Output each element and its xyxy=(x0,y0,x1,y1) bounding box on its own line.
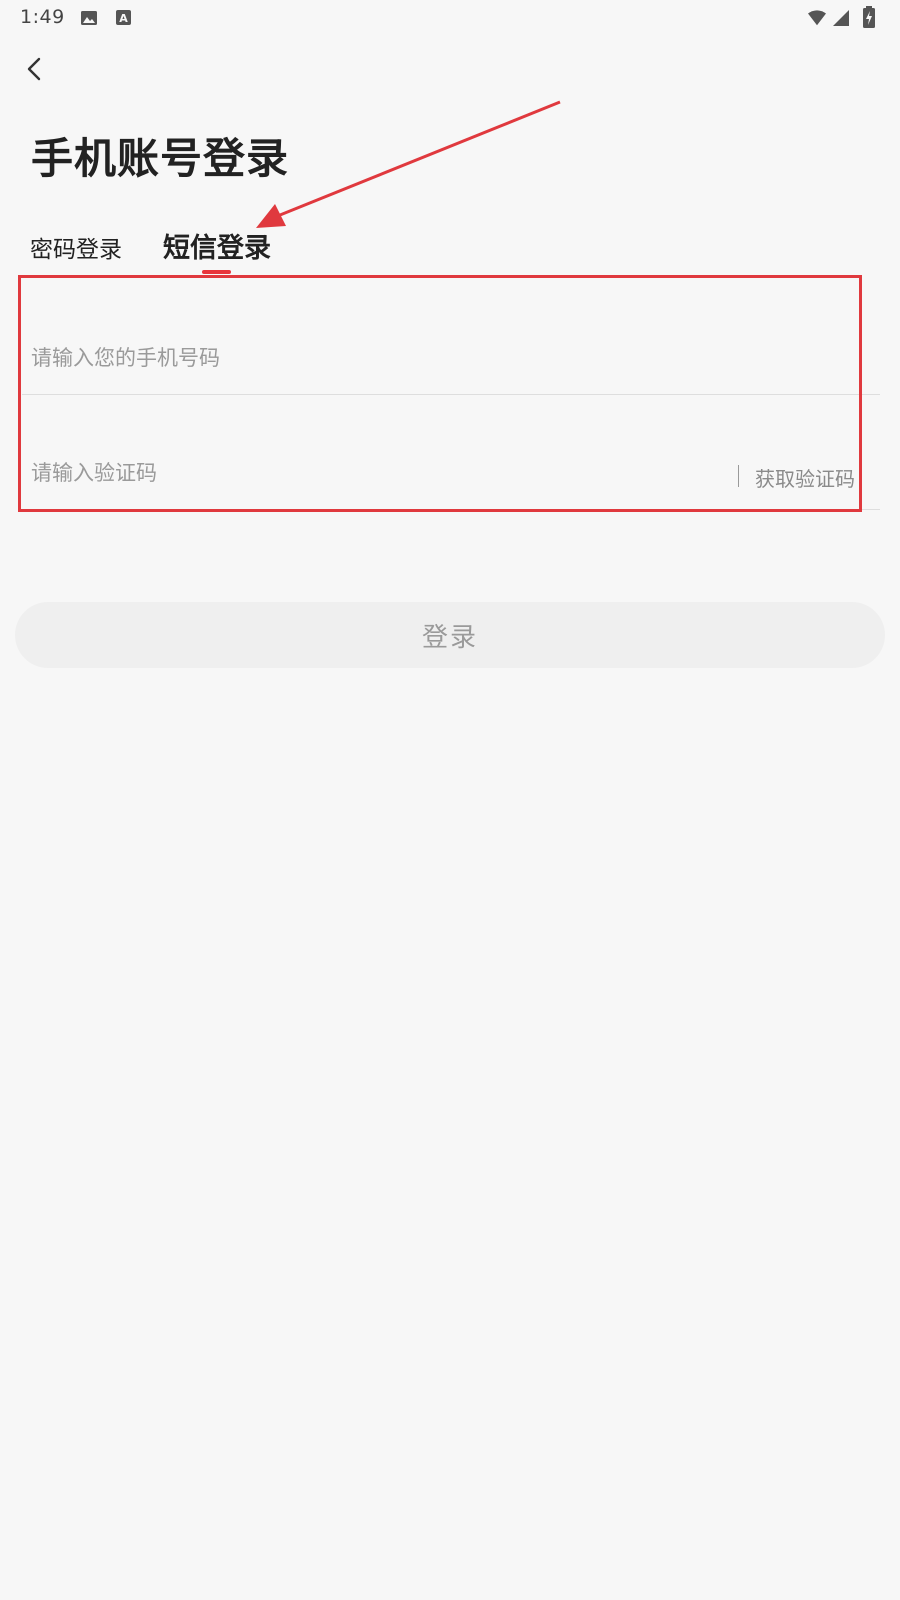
phone-input[interactable] xyxy=(31,340,631,376)
status-time: 1:49 xyxy=(20,6,65,28)
battery-charging-icon xyxy=(863,6,875,28)
a-icon: A xyxy=(116,10,131,25)
get-code-button[interactable]: 获取验证码 xyxy=(755,463,855,492)
back-button[interactable] xyxy=(18,52,52,86)
code-field-row: 获取验证码 xyxy=(22,393,880,510)
tab-sms-login[interactable]: 短信登录 xyxy=(163,226,271,265)
verification-code-input[interactable] xyxy=(31,455,591,491)
svg-text:A: A xyxy=(119,12,128,25)
login-button[interactable]: 登录 xyxy=(15,602,885,668)
chevron-left-icon xyxy=(27,57,41,81)
phone-field-row xyxy=(22,278,880,395)
status-bar: 1:49 A xyxy=(0,0,900,36)
code-divider xyxy=(738,465,739,487)
wifi-icon xyxy=(808,10,826,26)
tab-password-login[interactable]: 密码登录 xyxy=(30,230,122,264)
signal-icon xyxy=(833,10,849,26)
active-tab-indicator xyxy=(202,270,231,274)
page-title: 手机账号登录 xyxy=(31,134,290,183)
gallery-icon xyxy=(81,11,97,25)
